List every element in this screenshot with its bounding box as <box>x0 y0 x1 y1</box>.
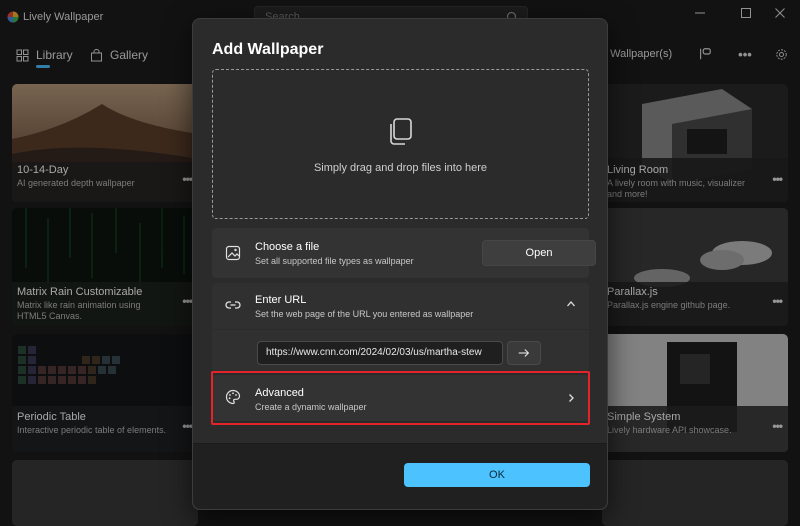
ok-button[interactable]: OK <box>404 463 590 487</box>
url-submit-button[interactable] <box>507 341 541 365</box>
enter-url-title: Enter URL <box>255 294 307 306</box>
image-icon <box>225 245 241 261</box>
chevron-up-icon[interactable] <box>566 299 576 309</box>
copy-files-icon <box>390 118 412 145</box>
drop-zone-text: Simply drag and drop files into here <box>313 162 488 174</box>
dialog-title: Add Wallpaper <box>212 41 324 58</box>
choose-file-subtitle: Set all supported file types as wallpape… <box>255 256 414 266</box>
url-input[interactable]: https://www.cnn.com/2024/02/03/us/martha… <box>257 341 503 365</box>
file-drop-zone[interactable]: Simply drag and drop files into here <box>212 69 589 219</box>
row-divider <box>212 329 589 330</box>
choose-file-row: Choose a file Set all supported file typ… <box>212 228 596 278</box>
enter-url-subtitle: Set the web page of the URL you entered … <box>255 309 474 319</box>
add-wallpaper-dialog: Add Wallpaper Simply drag and drop files… <box>192 18 608 510</box>
advanced-highlight-box <box>211 371 590 425</box>
open-button[interactable]: Open <box>482 240 596 266</box>
arrow-right-icon <box>518 349 530 357</box>
choose-file-title: Choose a file <box>255 241 320 253</box>
link-icon <box>225 301 241 309</box>
